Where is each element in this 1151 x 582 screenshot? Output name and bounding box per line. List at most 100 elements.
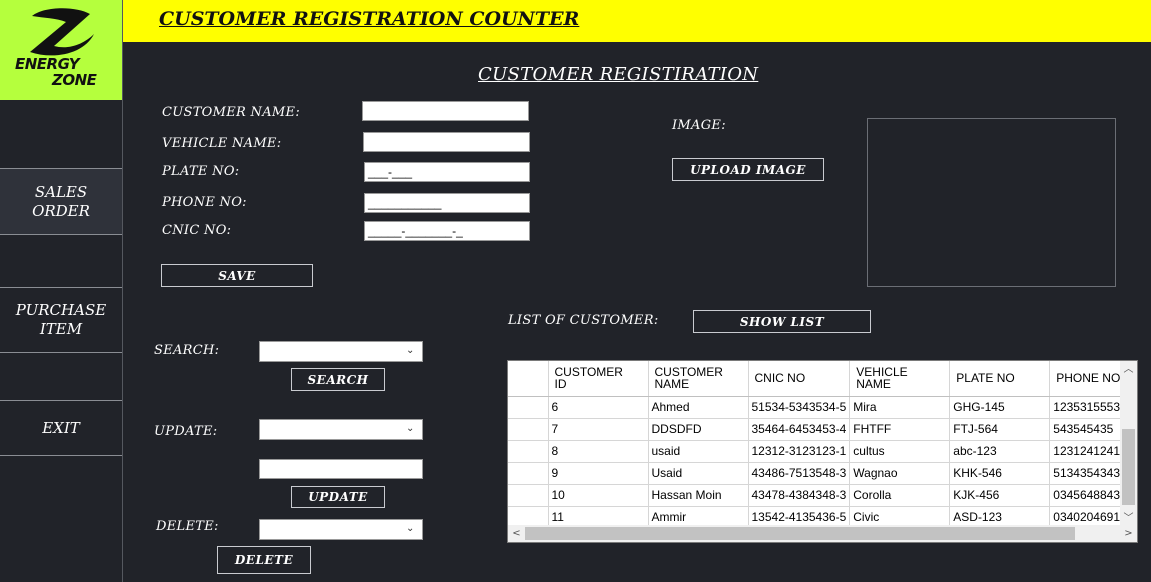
table-cell[interactable]: Mira bbox=[849, 396, 951, 419]
plate-no-field[interactable]: ___-___ bbox=[364, 162, 530, 182]
row-header-cell[interactable] bbox=[508, 418, 549, 441]
row-header-cell[interactable] bbox=[508, 440, 549, 463]
scrollbar-thumb[interactable] bbox=[1122, 429, 1135, 505]
sidebar-item-label: SALES bbox=[34, 182, 88, 201]
table-cell[interactable]: FTJ-564 bbox=[949, 418, 1051, 441]
table-cell[interactable]: Ahmed bbox=[648, 396, 749, 419]
column-header-text: CNIC NO bbox=[754, 371, 806, 386]
table-cell[interactable]: 7 bbox=[548, 418, 649, 441]
table-cell[interactable]: 43486-7513548-3 bbox=[748, 462, 851, 485]
column-header-text: CUSTOMER bbox=[554, 365, 623, 380]
scrollbar-thumb[interactable] bbox=[525, 527, 1075, 540]
column-header-text: PHONE NO bbox=[1056, 371, 1121, 386]
table-cell[interactable]: 43478-4384348-3 bbox=[748, 484, 851, 507]
table-cell[interactable]: DDSDFD bbox=[648, 418, 749, 441]
delete-dropdown[interactable]: ⌄ bbox=[259, 519, 423, 540]
column-header-customer-id[interactable]: CUSTOMER ID bbox=[548, 361, 649, 397]
table-cell[interactable]: Corolla bbox=[849, 484, 951, 507]
table-cell[interactable]: KHK-546 bbox=[949, 462, 1051, 485]
table-cell[interactable]: 8 bbox=[548, 440, 649, 463]
customer-name-label: CUSTOMER NAME: bbox=[162, 105, 301, 120]
column-header-vehicle-name[interactable]: VEHICLE NAME bbox=[849, 361, 951, 397]
update-dropdown[interactable]: ⌄ bbox=[259, 419, 423, 440]
nav-divider bbox=[0, 352, 122, 353]
column-header-plate-no[interactable]: PLATE NO bbox=[949, 361, 1051, 397]
row-header-cell[interactable] bbox=[508, 462, 549, 485]
page-title: CUSTOMER REGISTRATION COUNTER bbox=[159, 8, 580, 30]
search-label: SEARCH: bbox=[154, 343, 220, 358]
table-cell[interactable]: 9 bbox=[548, 462, 649, 485]
column-header-text: ID bbox=[554, 377, 567, 392]
scroll-right-icon[interactable]: > bbox=[1120, 525, 1137, 542]
row-header-cell[interactable] bbox=[508, 396, 549, 419]
sidebar-item-exit[interactable]: EXIT bbox=[0, 401, 122, 455]
search-dropdown[interactable]: ⌄ bbox=[259, 341, 423, 362]
horizontal-scrollbar[interactable]: < > bbox=[508, 525, 1137, 542]
show-list-button[interactable]: SHOW LIST bbox=[693, 310, 871, 333]
column-header-customer-name[interactable]: CUSTOMER NAME bbox=[648, 361, 749, 397]
nav-divider bbox=[0, 455, 122, 456]
save-button[interactable]: SAVE bbox=[161, 264, 313, 287]
table-cell[interactable]: 6 bbox=[548, 396, 649, 419]
vehicle-name-field[interactable] bbox=[363, 132, 530, 152]
column-header-cnic-no[interactable]: CNIC NO bbox=[748, 361, 851, 397]
scroll-up-icon[interactable]: ︿ bbox=[1120, 361, 1137, 378]
image-label: IMAGE: bbox=[672, 118, 726, 133]
logo-text-energy: ENERGY bbox=[15, 55, 80, 73]
table-row[interactable]: 8 usaid 12312-3123123-1 cultus abc-123 123124… bbox=[508, 440, 1131, 463]
update-value-field[interactable] bbox=[259, 459, 423, 479]
table-cell[interactable]: 35464-6453453-4 bbox=[748, 418, 851, 441]
customer-name-field[interactable] bbox=[362, 101, 529, 121]
customer-table[interactable]: CUSTOMER ID CUSTOMER NAME CNIC NO VEHICLE N… bbox=[507, 360, 1138, 543]
table-cell[interactable]: Usaid bbox=[648, 462, 749, 485]
table-cell[interactable]: Wagnao bbox=[849, 462, 951, 485]
chevron-down-icon: ⌄ bbox=[406, 523, 415, 534]
sidebar-item-label: ORDER bbox=[32, 201, 90, 220]
table-row[interactable]: 10 Hassan Moin 43478-4384348-3 Corolla KJK-4… bbox=[508, 484, 1131, 507]
table-cell[interactable]: cultus bbox=[849, 440, 951, 463]
table-cell[interactable]: 5134354343 bbox=[1049, 462, 1131, 485]
column-header-phone-no[interactable]: PHONE NO bbox=[1049, 361, 1131, 397]
chevron-down-icon: ⌄ bbox=[406, 423, 415, 434]
form-title: CUSTOMER REGISTIRATION bbox=[478, 64, 759, 85]
sidebar-item-sales-order[interactable]: SALES ORDER bbox=[0, 169, 122, 234]
table-row[interactable]: 9 Usaid 43486-7513548-3 Wagnao KHK-546 513435… bbox=[508, 462, 1131, 485]
table-row[interactable]: 6 Ahmed 51534-5343534-5 Mira GHG-145 12353155… bbox=[508, 396, 1131, 419]
table-cell[interactable]: 10 bbox=[548, 484, 649, 507]
column-header-text: NAME bbox=[856, 377, 891, 392]
table-cell[interactable]: GHG-145 bbox=[949, 396, 1051, 419]
column-header-text: NAME bbox=[654, 377, 690, 392]
upload-image-button[interactable]: UPLOAD IMAGE bbox=[672, 158, 824, 181]
table-cell[interactable]: usaid bbox=[648, 440, 749, 463]
header-bar: CUSTOMER REGISTRATION COUNTER bbox=[123, 0, 1151, 42]
table-cell[interactable]: 51534-5343534-5 bbox=[748, 396, 851, 419]
vertical-scrollbar[interactable]: ︿ ﹀ bbox=[1120, 361, 1137, 527]
list-of-customer-label: LIST OF CUSTOMER: bbox=[508, 313, 659, 328]
table-cell[interactable]: abc-123 bbox=[949, 440, 1051, 463]
sidebar: ENERGY ZONE SALES ORDER PURCHASE ITEM EX… bbox=[0, 0, 123, 582]
table-row[interactable]: 7 DDSDFD 35464-6453453-4 FHTFF FTJ-564 543545… bbox=[508, 418, 1131, 441]
search-button[interactable]: SEARCH bbox=[291, 368, 385, 391]
delete-button[interactable]: DELETE bbox=[217, 546, 311, 574]
sidebar-item-purchase-item[interactable]: PURCHASE ITEM bbox=[0, 288, 122, 352]
table-cell[interactable]: 1231241241 bbox=[1049, 440, 1131, 463]
phone-no-field[interactable]: ___________ bbox=[364, 193, 530, 213]
vehicle-name-label: VEHICLE NAME: bbox=[162, 136, 282, 151]
cnic-no-field[interactable]: _____-_______-_ bbox=[364, 221, 530, 241]
table-cell[interactable]: 12312-3123123-1 bbox=[748, 440, 851, 463]
delete-label: DELETE: bbox=[156, 519, 219, 534]
sidebar-item-label: EXIT bbox=[42, 418, 80, 437]
chevron-down-icon: ⌄ bbox=[406, 345, 415, 356]
table-cell[interactable]: 543545435 bbox=[1049, 418, 1131, 441]
cnic-no-label: CNIC NO: bbox=[162, 223, 232, 238]
scroll-left-icon[interactable]: < bbox=[508, 525, 525, 542]
table-cell[interactable]: 1235315553 bbox=[1049, 396, 1131, 419]
table-cell[interactable]: 0345648843 bbox=[1049, 484, 1131, 507]
update-button[interactable]: UPDATE bbox=[291, 486, 385, 508]
plate-no-label: PLATE NO: bbox=[162, 164, 240, 179]
table-cell[interactable]: KJK-456 bbox=[949, 484, 1051, 507]
table-cell[interactable]: FHTFF bbox=[849, 418, 951, 441]
logo-text-zone: ZONE bbox=[52, 71, 97, 89]
row-header-cell[interactable] bbox=[508, 484, 549, 507]
table-cell[interactable]: Hassan Moin bbox=[648, 484, 749, 507]
